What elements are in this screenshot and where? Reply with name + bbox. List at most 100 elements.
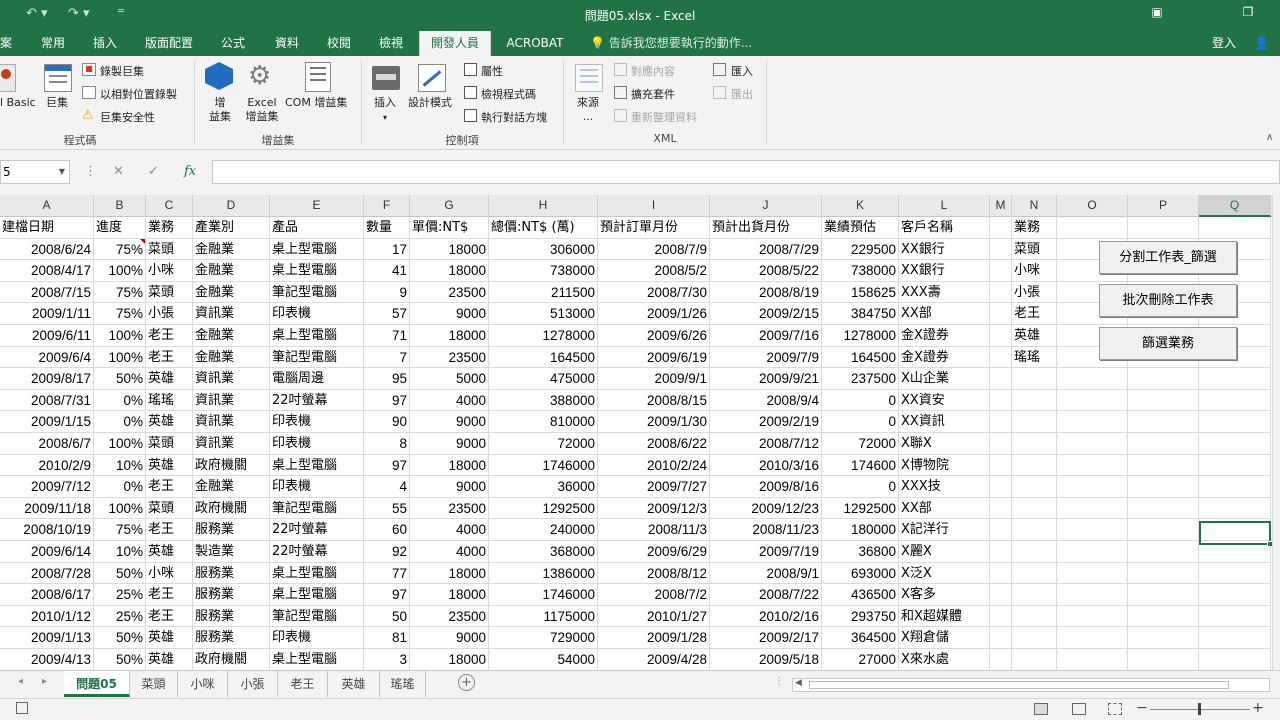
table-cell[interactable]: 金融業 xyxy=(193,325,270,347)
table-cell[interactable]: 老王 xyxy=(146,476,193,498)
empty-cell[interactable] xyxy=(1012,562,1057,585)
com-addins-label[interactable]: COM 增益集 xyxy=(285,96,347,110)
table-cell[interactable]: 2009/7/9 xyxy=(710,346,822,369)
table-cell[interactable]: 9000 xyxy=(410,411,489,433)
table-cell[interactable]: 23500 xyxy=(410,281,489,304)
tab-home[interactable]: 常用 xyxy=(30,31,76,56)
empty-cell[interactable] xyxy=(1128,541,1199,563)
table-cell[interactable]: 50% xyxy=(94,368,146,390)
empty-cell[interactable] xyxy=(1057,605,1128,628)
macro-security-button[interactable]: 巨集安全性 xyxy=(100,109,155,125)
table-cell[interactable]: 475000 xyxy=(489,368,598,390)
table-cell[interactable]: 金融業 xyxy=(193,346,270,369)
sheet-tab[interactable]: 瑤瑤 xyxy=(380,671,426,697)
sheet-tab[interactable]: 老王 xyxy=(278,671,328,697)
empty-cell[interactable] xyxy=(1199,605,1271,628)
table-cell[interactable]: 75% xyxy=(94,281,146,304)
table-cell[interactable]: 4000 xyxy=(410,389,489,412)
column-header-p[interactable]: P xyxy=(1128,195,1199,217)
batch-delete-sheets-button[interactable]: 批次刪除工作表 xyxy=(1099,284,1237,317)
table-cell[interactable]: 筆記型電腦 xyxy=(270,497,364,520)
column-header-j[interactable]: J xyxy=(710,195,822,217)
table-cell[interactable]: 50 xyxy=(364,605,410,628)
table-cell[interactable]: 2009/7/19 xyxy=(710,541,822,563)
table-cell[interactable]: XX資訊 xyxy=(899,411,990,433)
cancel-icon[interactable]: ✕ xyxy=(113,164,124,179)
table-cell[interactable]: 0 xyxy=(822,389,899,412)
table-cell[interactable]: 菜頭 xyxy=(146,281,193,304)
table-cell[interactable]: 2009/6/14 xyxy=(0,541,94,563)
table-cell[interactable]: 2008/11/23 xyxy=(710,519,822,541)
empty-cell[interactable] xyxy=(990,217,1012,239)
column-header-m[interactable]: M xyxy=(990,195,1012,217)
empty-cell[interactable] xyxy=(1199,649,1271,670)
table-cell[interactable]: 738000 xyxy=(489,260,598,282)
empty-cell[interactable] xyxy=(1012,605,1057,628)
tab-review[interactable]: 校閱 xyxy=(316,31,362,56)
worksheet-grid[interactable]: ABCDEFGHIJKLMNOPQ 建檔日期 進度 業務 產業別 產品 數量 單價:NT$ 總… xyxy=(0,195,1272,670)
table-cell[interactable]: 英雄 xyxy=(146,541,193,563)
table-cell[interactable]: 2008/7/22 xyxy=(710,584,822,606)
tell-me-box[interactable]: 💡 告訴我您想要執行的動作... xyxy=(590,31,752,56)
empty-cell[interactable] xyxy=(1128,368,1199,390)
table-cell[interactable]: X翔倉儲 xyxy=(899,627,990,649)
table-cell[interactable]: 81 xyxy=(364,627,410,649)
table-cell[interactable]: 2009/11/18 xyxy=(0,497,94,520)
column-header-q[interactable]: Q xyxy=(1199,195,1271,217)
table-cell[interactable]: 英雄 xyxy=(146,627,193,649)
table-cell[interactable]: 1746000 xyxy=(489,584,598,606)
empty-cell[interactable] xyxy=(990,325,1012,347)
table-cell[interactable]: 97 xyxy=(364,389,410,412)
empty-cell[interactable] xyxy=(1012,411,1057,433)
table-cell[interactable]: 金融業 xyxy=(193,476,270,498)
table-cell[interactable]: 2008/10/19 xyxy=(0,519,94,541)
table-cell[interactable]: 729000 xyxy=(489,627,598,649)
table-cell[interactable]: X泛X xyxy=(899,562,990,585)
table-cell[interactable]: 22吋螢幕 xyxy=(270,389,364,412)
macros-label[interactable]: 巨集 xyxy=(46,96,68,110)
empty-cell[interactable] xyxy=(1199,497,1271,520)
tab-formulas[interactable]: 公式 xyxy=(210,31,256,56)
com-addins-icon[interactable] xyxy=(305,62,331,92)
empty-cell[interactable] xyxy=(990,562,1012,585)
table-cell[interactable]: XX資安 xyxy=(899,389,990,412)
zoom-out-button[interactable]: − xyxy=(1136,700,1148,716)
table-cell[interactable]: 桌上型電腦 xyxy=(270,260,364,282)
empty-cell[interactable] xyxy=(1199,368,1271,390)
empty-cell[interactable] xyxy=(1057,217,1128,239)
table-cell[interactable]: 23500 xyxy=(410,605,489,628)
table-cell[interactable]: 金融業 xyxy=(193,238,270,261)
table-cell[interactable]: 瑤瑤 xyxy=(146,389,193,412)
table-cell[interactable]: 菜頭 xyxy=(146,238,193,261)
table-cell[interactable]: 77 xyxy=(364,562,410,585)
empty-cell[interactable] xyxy=(1128,497,1199,520)
column-header-c[interactable]: C xyxy=(146,195,193,217)
table-cell[interactable]: XX部 xyxy=(899,497,990,520)
table-cell[interactable]: 57 xyxy=(364,303,410,325)
table-cell[interactable]: 97 xyxy=(364,454,410,477)
vertical-scrollbar[interactable] xyxy=(1272,195,1280,670)
sheet-tab[interactable]: 小張 xyxy=(228,671,278,697)
header-cell[interactable]: 預計出貨月份 xyxy=(710,217,822,239)
table-cell[interactable]: 筆記型電腦 xyxy=(270,281,364,304)
empty-cell[interactable] xyxy=(1057,584,1128,606)
empty-cell[interactable] xyxy=(1057,562,1128,585)
table-cell[interactable]: 9 xyxy=(364,281,410,304)
column-header-g[interactable]: G xyxy=(410,195,489,217)
tab-insert[interactable]: 插入 xyxy=(82,31,128,56)
table-cell[interactable]: 2009/6/4 xyxy=(0,346,94,369)
table-cell[interactable]: 0% xyxy=(94,476,146,498)
table-cell[interactable]: 229500 xyxy=(822,238,899,261)
table-cell[interactable]: 2009/1/11 xyxy=(0,303,94,325)
empty-cell[interactable] xyxy=(1057,476,1128,498)
table-cell[interactable]: 2009/9/21 xyxy=(710,368,822,390)
table-cell[interactable]: 2008/11/3 xyxy=(598,519,710,541)
header-cell[interactable]: 總價:NT$ (萬) xyxy=(489,217,598,239)
restore-window-icon[interactable]: ❐ xyxy=(1238,5,1258,23)
table-cell[interactable]: XXX技 xyxy=(899,476,990,498)
table-cell[interactable]: X來水處 xyxy=(899,649,990,670)
visual-basic-label[interactable]: l Basic xyxy=(0,96,36,110)
excel-addins-label[interactable]: Excel 增益集 xyxy=(242,96,282,124)
empty-cell[interactable] xyxy=(990,476,1012,498)
sales-list-item[interactable]: 小張 xyxy=(1012,281,1057,304)
